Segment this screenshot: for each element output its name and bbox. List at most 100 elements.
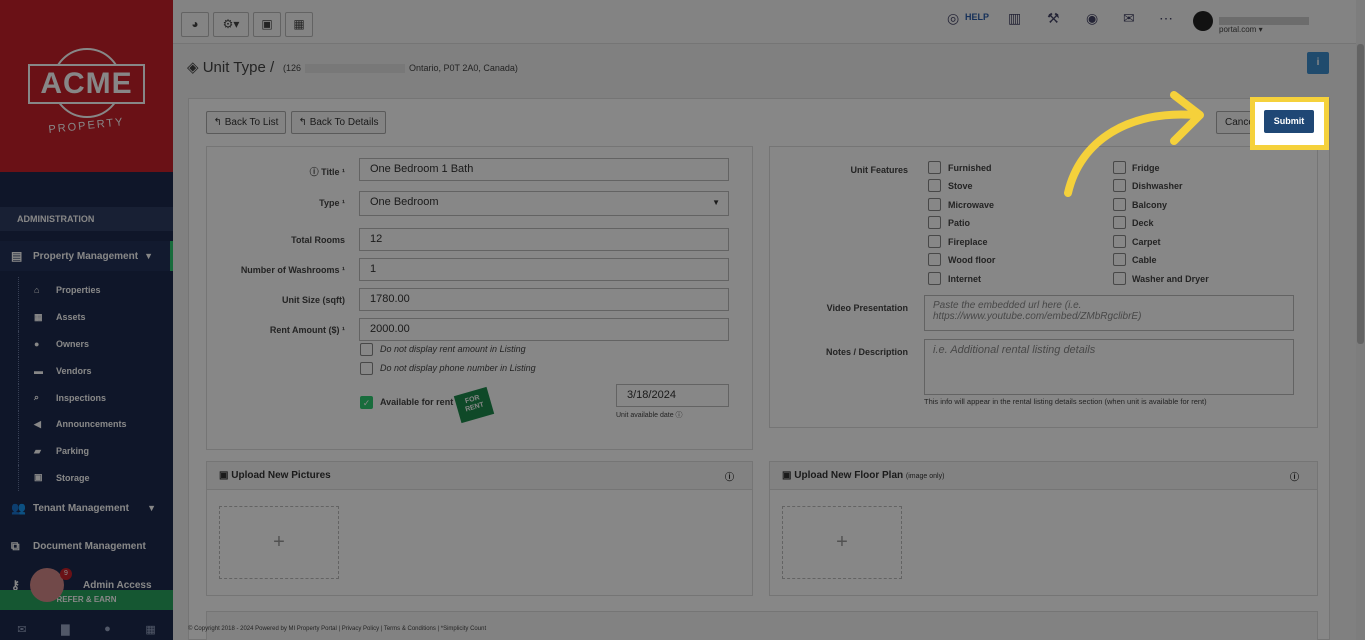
info-circle-icon: ⓘ (724, 472, 734, 482)
page-address: (126 Ontario, P0T 2A0, Canada) (283, 63, 518, 74)
feature-furnished-checkbox[interactable] (928, 161, 941, 174)
feature-label: Carpet (1132, 237, 1161, 247)
scrollbar-thumb[interactable] (1357, 44, 1364, 344)
chart-icon[interactable]: ▥ (1008, 10, 1021, 27)
calendar-button[interactable]: ▣ (253, 12, 281, 37)
sidebar-section-property-management[interactable]: ▤ Property Management ▼ (0, 241, 173, 271)
total-rooms-label: Total Rooms (291, 235, 345, 245)
info-button[interactable]: i (1307, 52, 1329, 74)
no-phone-display-checkbox[interactable] (360, 362, 373, 375)
help-icon[interactable]: ◎ (947, 10, 959, 27)
sidebar-section-tenant-management[interactable]: 👥 Tenant Management ▼ (0, 493, 173, 523)
calendar-icon: ▣ (261, 17, 273, 31)
no-rent-display-label: Do not display rent amount in Listing (380, 344, 526, 354)
unit-features-label: Unit Features (850, 165, 908, 175)
info-circle-icon: ⓘ (309, 167, 319, 177)
user-avatar[interactable] (1193, 11, 1213, 31)
user-email[interactable]: portal.com ▾ (1219, 16, 1339, 34)
feature-deck-checkbox[interactable] (1113, 216, 1126, 229)
briefcase-icon[interactable]: ▇ (61, 623, 69, 636)
rent-amount-input[interactable]: 2000.00 (359, 318, 729, 341)
upload-pictures-dropzone[interactable]: + (219, 506, 339, 579)
archive-icon: ▣ (34, 472, 43, 483)
back-to-list-button[interactable]: ↰ Back To List (206, 111, 286, 134)
app-root: ACME PROPERTY ADMINISTRATION ▤ Property … (0, 0, 1365, 640)
feature-microwave-checkbox[interactable] (928, 198, 941, 211)
dashboard-button[interactable]: ◕ (181, 12, 209, 37)
feature-stove-checkbox[interactable] (928, 179, 941, 192)
briefcase-icon: ▬ (34, 365, 43, 376)
back-to-details-button[interactable]: ↰ Back To Details (291, 111, 386, 134)
sidebar-item-assets[interactable]: ▦ Assets (0, 303, 173, 331)
available-for-rent-checkbox[interactable]: ✓ (360, 396, 373, 409)
feature-carpet-checkbox[interactable] (1113, 235, 1126, 248)
unit-size-input[interactable]: 1780.00 (359, 288, 729, 311)
avatar[interactable] (30, 568, 64, 602)
camera-icon: ▣ (219, 470, 229, 481)
mail-icon[interactable]: ✉ (1123, 10, 1135, 27)
notification-badge: 9 (60, 568, 72, 580)
title-label: ⓘ Title ¹ (309, 167, 345, 177)
calculator-icon: ▦ (293, 17, 305, 31)
documents-icon: ⧉ (11, 538, 20, 553)
sidebar-sub-list: ⌂ Properties ▦ Assets ● Owners ▬ Vendors ⌕ In… (0, 277, 173, 492)
more-icon[interactable]: ⋯ (1159, 10, 1173, 27)
gear-icon: ⚙▾ (222, 17, 240, 31)
available-date-input[interactable]: 3/18/2024 (616, 384, 729, 407)
unit-features-box: Unit Features Furnished Stove Microwave … (769, 146, 1318, 428)
refer-earn-button[interactable]: REFER & EARN (0, 590, 173, 610)
sidebar-item-owners[interactable]: ● Owners (0, 330, 173, 358)
video-presentation-input[interactable]: Paste the embedded url here (i.e. https:… (924, 295, 1294, 331)
page-title: ◈ Unit Type / (187, 59, 275, 76)
calculator-button[interactable]: ▦ (285, 12, 313, 37)
camera-icon: ▣ (782, 470, 792, 481)
no-rent-display-checkbox[interactable] (360, 343, 373, 356)
title-input[interactable]: One Bedroom 1 Bath (359, 158, 729, 181)
email-redacted (1219, 16, 1309, 25)
eye-icon[interactable]: ◉ (1086, 10, 1098, 27)
address-redacted (305, 64, 406, 74)
help-link[interactable]: HELP (965, 12, 989, 22)
feature-fireplace-checkbox[interactable] (928, 235, 941, 248)
sidebar-bottom-icons: ✉ ▇ ● ▦ (0, 618, 173, 640)
sidebar-item-parking[interactable]: ▰ Parking (0, 437, 173, 465)
reply-icon: ↰ (213, 117, 222, 128)
upload-floorplan-box: ▣ Upload New Floor Plan (image only) ⓘ + (769, 461, 1318, 596)
sidebar-item-properties[interactable]: ⌂ Properties (0, 277, 173, 304)
type-select[interactable]: One Bedroom ▼ (359, 191, 729, 216)
feature-label: Furnished (948, 163, 992, 173)
sidebar-item-storage[interactable]: ▣ Storage (0, 464, 173, 492)
list-icon: ▦ (34, 311, 43, 322)
calculator-icon[interactable]: ▦ (145, 623, 155, 636)
washrooms-input[interactable]: 1 (359, 258, 729, 281)
dashboard-icon: ◕ (191, 17, 199, 31)
sidebar-item-announcements[interactable]: ◀ Announcements (0, 410, 173, 438)
feature-washer-dryer-checkbox[interactable] (1113, 272, 1126, 285)
chevron-down-icon: ▾ (1258, 25, 1263, 34)
notes-hint: This info will appear in the rental list… (924, 397, 1207, 406)
total-rooms-input[interactable]: 12 (359, 228, 729, 251)
feature-label: Stove (948, 181, 973, 191)
chevron-down-icon: ▼ (144, 251, 153, 261)
settings-dropdown-button[interactable]: ⚙▾ (213, 12, 249, 37)
feature-patio-checkbox[interactable] (928, 216, 941, 229)
mail-icon[interactable]: ✉ (17, 623, 26, 636)
wrench-icon[interactable]: ⚒ (1047, 10, 1060, 27)
feature-wood-floor-checkbox[interactable] (928, 253, 941, 266)
sidebar-item-vendors[interactable]: ▬ Vendors (0, 357, 173, 384)
upload-floorplan-header: ▣ Upload New Floor Plan (image only) ⓘ (770, 462, 1317, 490)
feature-internet-checkbox[interactable] (928, 272, 941, 285)
upload-floorplan-dropzone[interactable]: + (782, 506, 902, 579)
users-icon: 👥 (11, 501, 26, 515)
sidebar-section-document-management[interactable]: ⧉ Document Management (0, 531, 173, 561)
submit-button[interactable]: Submit (1264, 110, 1314, 133)
footer: © Copyright 2018 - 2024 Powered by MI Pr… (188, 626, 487, 632)
feature-label: Fireplace (948, 237, 988, 247)
user-icon[interactable]: ● (104, 623, 111, 635)
cube-icon: ◈ (187, 59, 199, 76)
sidebar-item-inspections[interactable]: ⌕ Inspections (0, 384, 173, 411)
notes-input[interactable]: i.e. Additional rental listing details (924, 339, 1294, 395)
feature-label: Internet (948, 274, 982, 284)
feature-cable-checkbox[interactable] (1113, 253, 1126, 266)
no-phone-display-label: Do not display phone number in Listing (380, 363, 536, 373)
